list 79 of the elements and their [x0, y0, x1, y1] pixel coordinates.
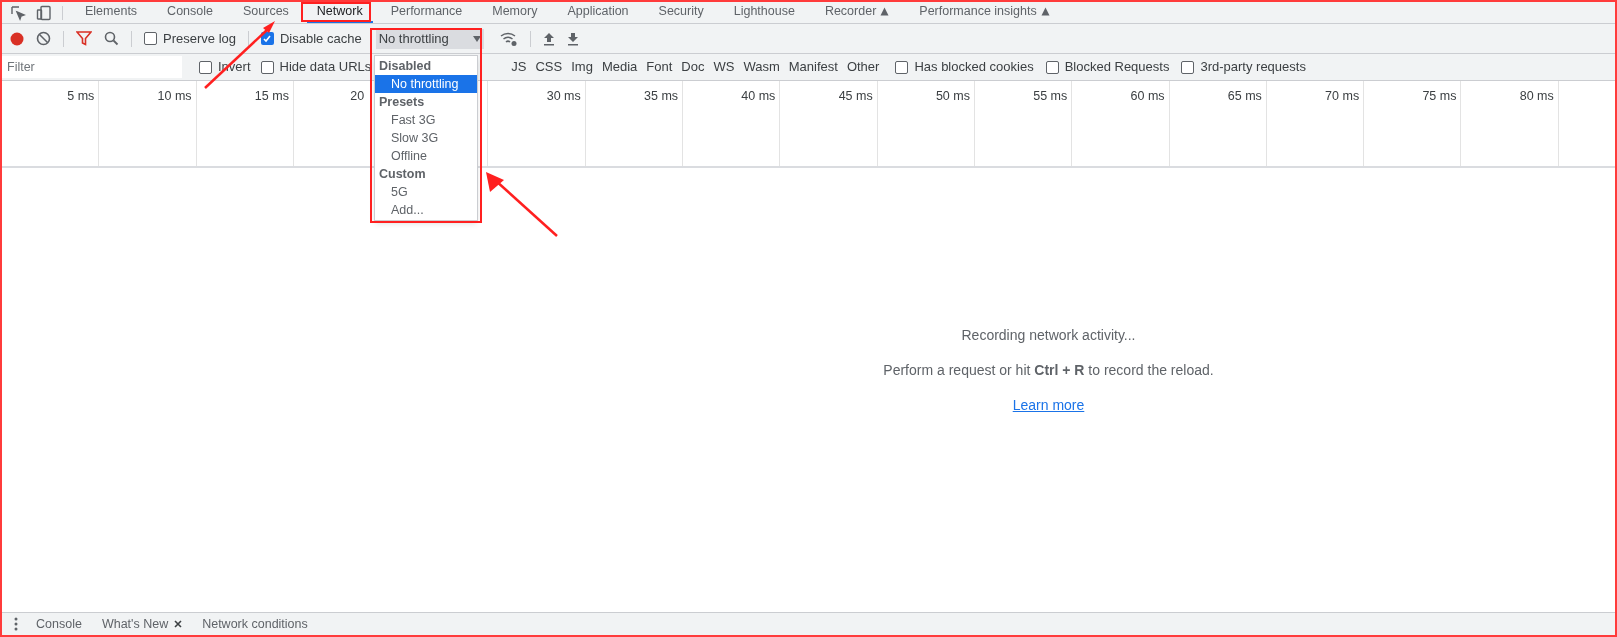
panel-tab[interactable]: Sources: [231, 2, 301, 23]
timeline-tick-label: 55 ms: [1033, 88, 1068, 105]
inspect-icon[interactable]: [10, 4, 26, 21]
timeline-tick-label: 60 ms: [1130, 88, 1165, 105]
filter-option-checkbox[interactable]: 3rd-party requests: [1181, 57, 1306, 77]
panel-tab[interactable]: Console: [155, 2, 225, 23]
menu-group-label: Disabled: [378, 58, 433, 75]
timeline-tick-label: 50 ms: [935, 88, 970, 105]
menu-group-label: Presets: [378, 94, 426, 111]
preserve-log-checkbox[interactable]: Preserve log: [144, 28, 236, 49]
menu-item[interactable]: Fast 3G: [375, 111, 477, 129]
panel-tab[interactable]: Performance: [378, 2, 475, 23]
checkbox[interactable]: [895, 60, 909, 74]
menu-item[interactable]: Add...: [375, 201, 477, 219]
panel-tab[interactable]: Security: [646, 2, 716, 23]
panel-tab[interactable]: Application: [555, 2, 641, 23]
clear-icon[interactable]: [36, 31, 51, 46]
resource-type-filter[interactable]: Img: [571, 57, 593, 77]
download-icon[interactable]: [566, 31, 579, 46]
resource-type-filter[interactable]: JS: [511, 57, 527, 77]
drawer-tab[interactable]: Console: [36, 614, 82, 634]
filter-option-checkbox[interactable]: Has blocked cookies: [895, 57, 1034, 77]
timeline-tick-label: 70 ms: [1325, 88, 1360, 105]
more-options-icon[interactable]: [14, 617, 18, 631]
checkbox[interactable]: [1181, 60, 1195, 74]
drawer-tab[interactable]: What's New: [101, 614, 169, 634]
empty-state-title: Recording network activity...: [961, 325, 1136, 345]
checkbox[interactable]: [144, 32, 157, 45]
timeline-tick-label: 10 ms: [157, 88, 192, 105]
checkbox[interactable]: [260, 60, 274, 74]
highlight-frame: [301, 2, 371, 22]
record-icon[interactable]: [10, 31, 24, 46]
checkbox[interactable]: [199, 60, 212, 74]
timeline-tick-label: 65 ms: [1227, 88, 1262, 105]
timeline-tick-label: 80 ms: [1519, 88, 1554, 105]
panel-tab[interactable]: Lighthouse: [721, 2, 807, 23]
search-icon[interactable]: [104, 31, 119, 46]
wifi-settings-icon[interactable]: [499, 30, 518, 47]
filter-input[interactable]: Filter: [2, 56, 182, 78]
drawer-tab[interactable]: Network conditions: [202, 614, 308, 634]
resource-type-filter[interactable]: Media: [601, 57, 638, 77]
upload-icon[interactable]: [542, 31, 555, 46]
panel-tab[interactable]: Elements: [73, 2, 150, 23]
device-toolbar-icon[interactable]: [36, 4, 52, 21]
resource-type-filter[interactable]: Doc: [681, 57, 705, 77]
timeline-tick-label: 75 ms: [1422, 88, 1457, 105]
filter-icon[interactable]: [76, 31, 92, 46]
panel-tab[interactable]: Memory: [480, 2, 550, 23]
panel-tab[interactable]: Performance insights: [907, 2, 1062, 23]
filter-option-checkbox[interactable]: Blocked Requests: [1045, 57, 1170, 77]
dropdown-caret-icon: [472, 35, 481, 42]
timeline-tick-label: 20: [350, 88, 365, 105]
triangle-icon: [880, 7, 890, 16]
panel-tab[interactable]: Recorder: [812, 2, 902, 23]
learn-more-link[interactable]: Learn more: [1012, 394, 1085, 416]
resource-type-filter[interactable]: CSS: [535, 57, 563, 77]
disable-cache-checkbox[interactable]: Disable cache: [261, 28, 362, 49]
menu-item[interactable]: 5G: [375, 183, 477, 201]
menu-item[interactable]: Slow 3G: [375, 129, 477, 147]
timeline-tick-label: 40 ms: [741, 88, 776, 105]
resource-type-filter[interactable]: Wasm: [743, 57, 780, 77]
checkbox[interactable]: [1045, 60, 1059, 74]
resource-type-filter[interactable]: WS: [713, 57, 735, 77]
timeline-tick-label: 35 ms: [644, 88, 679, 105]
close-icon[interactable]: [174, 620, 183, 628]
triangle-icon: [1040, 7, 1050, 16]
menu-item[interactable]: Offline: [375, 147, 477, 165]
hide-data-urls-checkbox[interactable]: Hide data URLs: [260, 57, 372, 77]
timeline-tick-label: 15 ms: [254, 88, 289, 105]
timeline-tick-label: 30 ms: [546, 88, 581, 105]
annotation-arrow: [486, 172, 558, 237]
timeline-tick-label: 5 ms: [67, 88, 95, 105]
timeline-tick-label: 45 ms: [838, 88, 873, 105]
resource-type-filter[interactable]: Manifest: [788, 57, 838, 77]
resource-type-filter[interactable]: Font: [646, 57, 673, 77]
menu-group-label: Custom: [378, 166, 427, 183]
resource-type-filter[interactable]: Other: [846, 57, 880, 77]
empty-state-hint: Perform a request or hit Ctrl + R to record the reload.: [883, 360, 1214, 380]
menu-item[interactable]: No throttling: [375, 75, 477, 93]
